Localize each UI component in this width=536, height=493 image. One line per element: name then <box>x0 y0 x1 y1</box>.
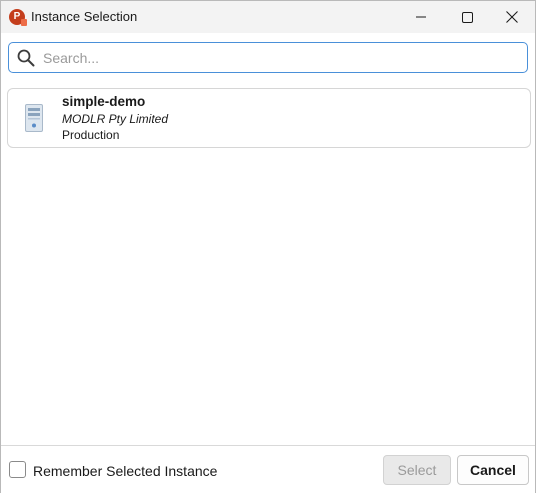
instance-organization: MODLR Pty Limited <box>62 112 169 126</box>
window-title: Instance Selection <box>31 9 138 24</box>
search-box[interactable] <box>8 42 528 73</box>
powerpoint-icon: P <box>9 9 27 26</box>
dialog-footer: Remember Selected Instance Select Cancel <box>1 445 535 493</box>
maximize-button[interactable] <box>444 1 490 33</box>
instance-environment: Production <box>62 128 120 142</box>
cancel-button[interactable]: Cancel <box>457 455 529 485</box>
server-icon <box>25 104 43 132</box>
select-button[interactable]: Select <box>383 455 451 485</box>
instance-selection-dialog: P Instance Selection Search... simple-de… <box>0 0 536 493</box>
remember-instance-checkbox[interactable] <box>9 461 26 478</box>
instance-name: simple-demo <box>62 94 146 109</box>
instance-list-item[interactable]: simple-demo MODLR Pty Limited Production <box>7 88 531 148</box>
close-icon <box>506 11 518 23</box>
search-icon <box>17 49 35 67</box>
minimize-icon <box>416 16 426 18</box>
maximize-icon <box>461 11 473 23</box>
minimize-button[interactable] <box>398 1 444 33</box>
search-input[interactable] <box>41 47 521 69</box>
remember-instance-label[interactable]: Remember Selected Instance <box>33 463 217 479</box>
close-button[interactable] <box>489 1 535 33</box>
title-bar: P Instance Selection <box>1 1 535 33</box>
